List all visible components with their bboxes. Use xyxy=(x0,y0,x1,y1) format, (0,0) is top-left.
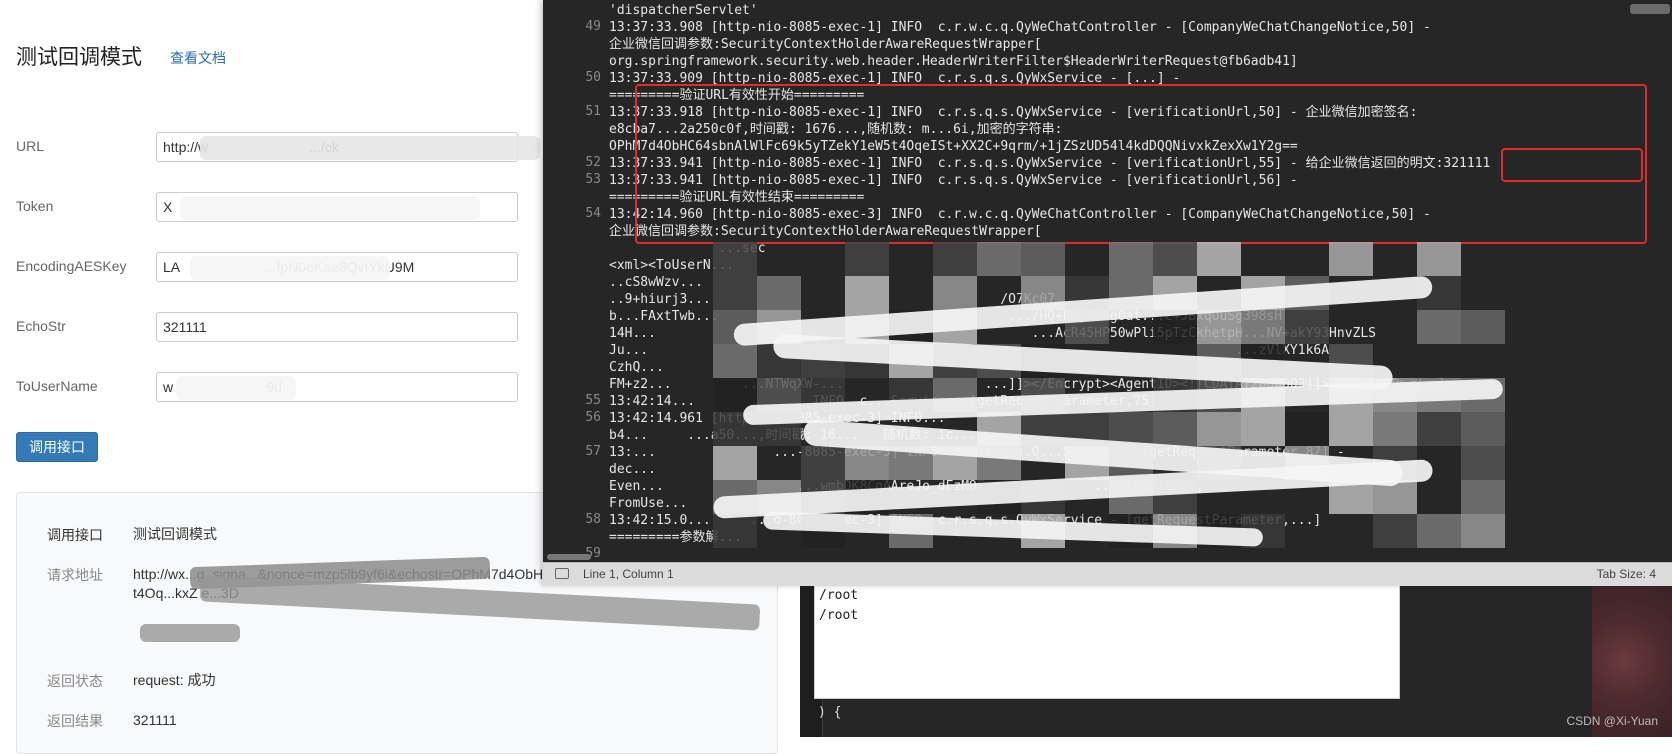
pixel-block xyxy=(1285,412,1329,446)
pixel-block xyxy=(977,242,1021,276)
tab-size-indicator[interactable]: Tab Size: 4 xyxy=(1597,567,1656,581)
background-terminal-panel: /root /root xyxy=(814,585,1400,699)
pixel-block xyxy=(845,446,889,480)
redaction-smudge xyxy=(140,624,240,642)
redaction-smudge xyxy=(200,136,540,160)
pixel-block xyxy=(713,344,757,378)
pixel-block xyxy=(713,276,757,310)
highlight-verify-url-block xyxy=(635,84,1647,244)
pixel-block xyxy=(1461,310,1505,344)
pixel-block xyxy=(845,276,889,310)
log-line: dec... xyxy=(609,462,656,477)
log-line: 'dispatcherServlet' xyxy=(609,3,758,18)
pixel-block xyxy=(1197,310,1241,344)
pixel-block xyxy=(1417,514,1461,548)
pixel-block xyxy=(1109,242,1153,276)
to-user-name-label: ToUserName xyxy=(16,378,98,394)
pixel-block xyxy=(1417,412,1461,446)
log-line: org.springframework.security.web.header.… xyxy=(609,54,1298,69)
pixel-block xyxy=(713,242,757,276)
view-docs-link[interactable]: 查看文档 xyxy=(170,48,226,68)
pixel-block xyxy=(1197,242,1241,276)
pixel-block xyxy=(933,276,977,310)
pixel-block xyxy=(1417,310,1461,344)
redaction-smudge xyxy=(180,196,480,220)
pixel-block xyxy=(1197,412,1241,446)
line-number: 53 xyxy=(585,172,601,187)
line-number: 54 xyxy=(585,206,601,221)
line-number-gutter: 49 50 51 52 53 54 55 56 57 58 59 xyxy=(543,0,609,562)
pixel-block xyxy=(757,276,801,310)
background-code-text: ) { xyxy=(818,705,842,720)
form-row-echostr: EchoStr xyxy=(16,312,520,342)
redaction-smudge xyxy=(190,256,390,280)
pixel-block xyxy=(1153,242,1197,276)
pixel-block xyxy=(1241,412,1285,446)
pixel-block xyxy=(1461,514,1505,548)
echostr-input[interactable] xyxy=(156,312,518,342)
pixel-block xyxy=(1461,480,1505,514)
editor-status-bar: Line 1, Column 1 Tab Size: 4 xyxy=(543,562,1672,586)
line-number: 49 xyxy=(585,19,601,34)
pixel-block xyxy=(1329,412,1373,446)
pixel-block xyxy=(713,446,757,480)
result-key: 返回状态 xyxy=(47,673,103,689)
result-value: request: 成功 xyxy=(133,672,216,688)
console-icon[interactable] xyxy=(555,568,569,579)
log-line: 企业微信回调参数:SecurityContextHolderAwareReque… xyxy=(609,37,1042,52)
redaction-smudge xyxy=(176,376,296,400)
log-line: ..cS8wWzv... xyxy=(609,275,703,290)
line-number: 52 xyxy=(585,155,601,170)
result-key: 请求地址 xyxy=(47,567,103,583)
pixel-block xyxy=(1329,242,1373,276)
url-label: URL xyxy=(16,138,45,154)
echostr-label: EchoStr xyxy=(16,318,66,334)
vertical-scrollbar-thumb[interactable] xyxy=(1630,4,1670,14)
log-editor-window: 49 50 51 52 53 54 55 56 57 58 59 'dispatcherServle… xyxy=(543,0,1672,586)
highlight-plaintext-value xyxy=(1501,148,1643,182)
cursor-position: Line 1, Column 1 xyxy=(583,567,674,581)
pixel-block xyxy=(1417,242,1461,276)
pixel-block xyxy=(845,242,889,276)
encoding-aes-key-label: EncodingAESKey xyxy=(16,258,127,274)
pixel-block xyxy=(1373,514,1417,548)
pixel-block xyxy=(1153,412,1197,446)
pixel-block xyxy=(801,446,845,480)
pixel-block xyxy=(1241,310,1285,344)
pixel-block xyxy=(713,514,757,548)
result-key: 调用接口 xyxy=(47,527,103,543)
watermark: CSDN @Xi-Yuan xyxy=(1566,714,1658,728)
line-number: 51 xyxy=(585,104,601,119)
line-number: 57 xyxy=(585,444,601,459)
pixel-block xyxy=(933,242,977,276)
pixel-block xyxy=(1373,412,1417,446)
call-api-button[interactable]: 调用接口 xyxy=(16,432,98,462)
horizontal-scrollbar-thumb[interactable] xyxy=(547,554,591,560)
line-number: 55 xyxy=(585,393,601,408)
background-panel-line: /root xyxy=(819,608,859,623)
log-line: 13:37:33.908 [http-nio-8085-exec-1] INFO… xyxy=(609,20,1431,35)
result-key: 返回结果 xyxy=(47,713,103,729)
pixel-block xyxy=(1461,446,1505,480)
log-line: CzhQ... xyxy=(609,360,664,375)
line-number: 58 xyxy=(585,512,601,527)
page-title: 测试回调模式 xyxy=(16,46,142,69)
pixel-block xyxy=(1285,310,1329,344)
background-panel-line: /root xyxy=(819,588,859,603)
line-number: 50 xyxy=(585,70,601,85)
line-number: 56 xyxy=(585,410,601,425)
result-value: 321111 xyxy=(133,712,177,728)
token-label: Token xyxy=(16,198,54,214)
pixel-block xyxy=(1461,412,1505,446)
pixel-block xyxy=(1021,242,1065,276)
